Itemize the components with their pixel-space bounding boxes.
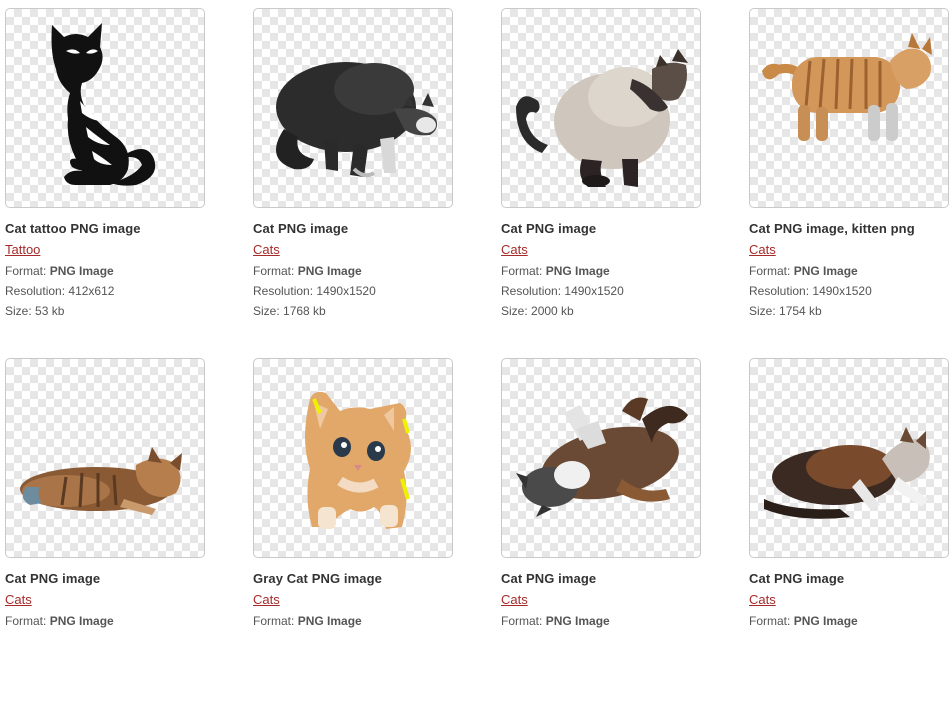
format-label: Format: [253, 614, 295, 628]
category-link[interactable]: Cats [749, 592, 776, 607]
image-thumbnail[interactable] [5, 358, 205, 558]
image-meta: Format: PNG Image Resolution: 1490x1520 … [253, 264, 453, 319]
image-grid: Cat tattoo PNG image Tattoo Format: PNG … [5, 8, 949, 708]
format-value: PNG Image [793, 264, 858, 278]
resolution-label: Resolution: [501, 284, 562, 298]
resolution-line: Resolution: 1490x1520 [749, 284, 949, 299]
format-line: Format: PNG Image [749, 614, 949, 629]
category-link[interactable]: Tattoo [5, 242, 40, 257]
image-meta: Format: PNG Image Resolution: 1490x1520 … [501, 264, 701, 319]
calico-rolling-image [516, 397, 688, 517]
size-value: 1754 kb [779, 304, 822, 318]
orange-kitten-image [305, 391, 411, 529]
resolution-label: Resolution: [253, 284, 314, 298]
image-meta: Format: PNG Image [749, 614, 949, 629]
image-title[interactable]: Cat PNG image [501, 571, 701, 586]
format-line: Format: PNG Image [749, 264, 949, 279]
category-link[interactable]: Cats [253, 242, 280, 257]
resolution-line: Resolution: 1490x1520 [501, 284, 701, 299]
format-value: PNG Image [793, 614, 858, 628]
image-title[interactable]: Cat PNG image, kitten png [749, 221, 949, 236]
format-line: Format: PNG Image [5, 264, 205, 279]
resolution-value: 412x612 [68, 284, 115, 298]
format-label: Format: [5, 264, 47, 278]
format-label: Format: [501, 614, 543, 628]
format-value: PNG Image [297, 264, 362, 278]
image-thumbnail[interactable] [501, 8, 701, 208]
tabby-lying-image [20, 447, 182, 515]
size-value: 1768 kb [283, 304, 326, 318]
resolution-value: 1490x1520 [812, 284, 872, 298]
format-value: PNG Image [49, 264, 114, 278]
image-title[interactable]: Gray Cat PNG image [253, 571, 453, 586]
image-thumbnail[interactable] [253, 358, 453, 558]
image-thumbnail[interactable] [5, 8, 205, 208]
resolution-line: Resolution: 1490x1520 [253, 284, 453, 299]
size-label: Size: [501, 304, 528, 318]
format-line: Format: PNG Image [501, 264, 701, 279]
image-card: Cat PNG image Cats Format: PNG Image Res… [253, 8, 453, 358]
image-thumbnail[interactable] [749, 8, 949, 208]
category-link[interactable]: Cats [253, 592, 280, 607]
format-line: Format: PNG Image [5, 614, 205, 629]
image-card: Cat PNG image Cats Format: PNG Image Res… [501, 8, 701, 358]
resolution-line: Resolution: 412x612 [5, 284, 205, 299]
format-label: Format: [501, 264, 543, 278]
image-thumbnail[interactable] [253, 8, 453, 208]
image-meta: Format: PNG Image Resolution: 1490x1520 … [749, 264, 949, 319]
size-label: Size: [749, 304, 776, 318]
image-card: Cat tattoo PNG image Tattoo Format: PNG … [5, 8, 205, 358]
format-value: PNG Image [545, 614, 610, 628]
format-line: Format: PNG Image [253, 264, 453, 279]
size-line: Size: 53 kb [5, 304, 205, 319]
siamese-cat-image [516, 49, 688, 187]
size-line: Size: 1768 kb [253, 304, 453, 319]
resolution-value: 1490x1520 [564, 284, 624, 298]
format-value: PNG Image [545, 264, 610, 278]
format-line: Format: PNG Image [501, 614, 701, 629]
format-label: Format: [253, 264, 295, 278]
size-label: Size: [253, 304, 280, 318]
category-link[interactable]: Cats [5, 592, 32, 607]
image-title[interactable]: Cat PNG image [501, 221, 701, 236]
format-value: PNG Image [49, 614, 114, 628]
image-meta: Format: PNG Image Resolution: 412x612 Si… [5, 264, 205, 319]
resolution-value: 1490x1520 [316, 284, 376, 298]
image-card: Cat PNG image Cats Format: PNG Image [5, 358, 205, 708]
category-link[interactable]: Cats [501, 242, 528, 257]
image-meta: Format: PNG Image [5, 614, 205, 629]
image-title[interactable]: Cat PNG image [253, 221, 453, 236]
category-link[interactable]: Cats [501, 592, 528, 607]
image-title[interactable]: Cat PNG image [5, 571, 205, 586]
size-line: Size: 2000 kb [501, 304, 701, 319]
size-line: Size: 1754 kb [749, 304, 949, 319]
size-value: 2000 kb [531, 304, 574, 318]
format-label: Format: [749, 264, 791, 278]
format-line: Format: PNG Image [253, 614, 453, 629]
image-card: Gray Cat PNG image Cats Format: PNG Imag… [253, 358, 453, 708]
format-label: Format: [5, 614, 47, 628]
orange-tabby-image [762, 33, 932, 141]
format-label: Format: [749, 614, 791, 628]
image-card: Cat PNG image Cats Format: PNG Image [749, 358, 949, 708]
image-card: Cat PNG image Cats Format: PNG Image [501, 358, 701, 708]
image-thumbnail[interactable] [501, 358, 701, 558]
tattoo-cat-image [51, 23, 156, 186]
black-cat-image [276, 62, 438, 178]
size-label: Size: [5, 304, 32, 318]
format-value: PNG Image [297, 614, 362, 628]
image-thumbnail[interactable] [749, 358, 949, 558]
image-title[interactable]: Cat PNG image [749, 571, 949, 586]
size-value: 53 kb [35, 304, 65, 318]
calico-crouching-image [764, 427, 930, 519]
resolution-label: Resolution: [749, 284, 810, 298]
image-meta: Format: PNG Image [501, 614, 701, 629]
image-meta: Format: PNG Image [253, 614, 453, 629]
category-link[interactable]: Cats [749, 242, 776, 257]
image-title[interactable]: Cat tattoo PNG image [5, 221, 205, 236]
resolution-label: Resolution: [5, 284, 66, 298]
image-card: Cat PNG image, kitten png Cats Format: P… [749, 8, 949, 358]
